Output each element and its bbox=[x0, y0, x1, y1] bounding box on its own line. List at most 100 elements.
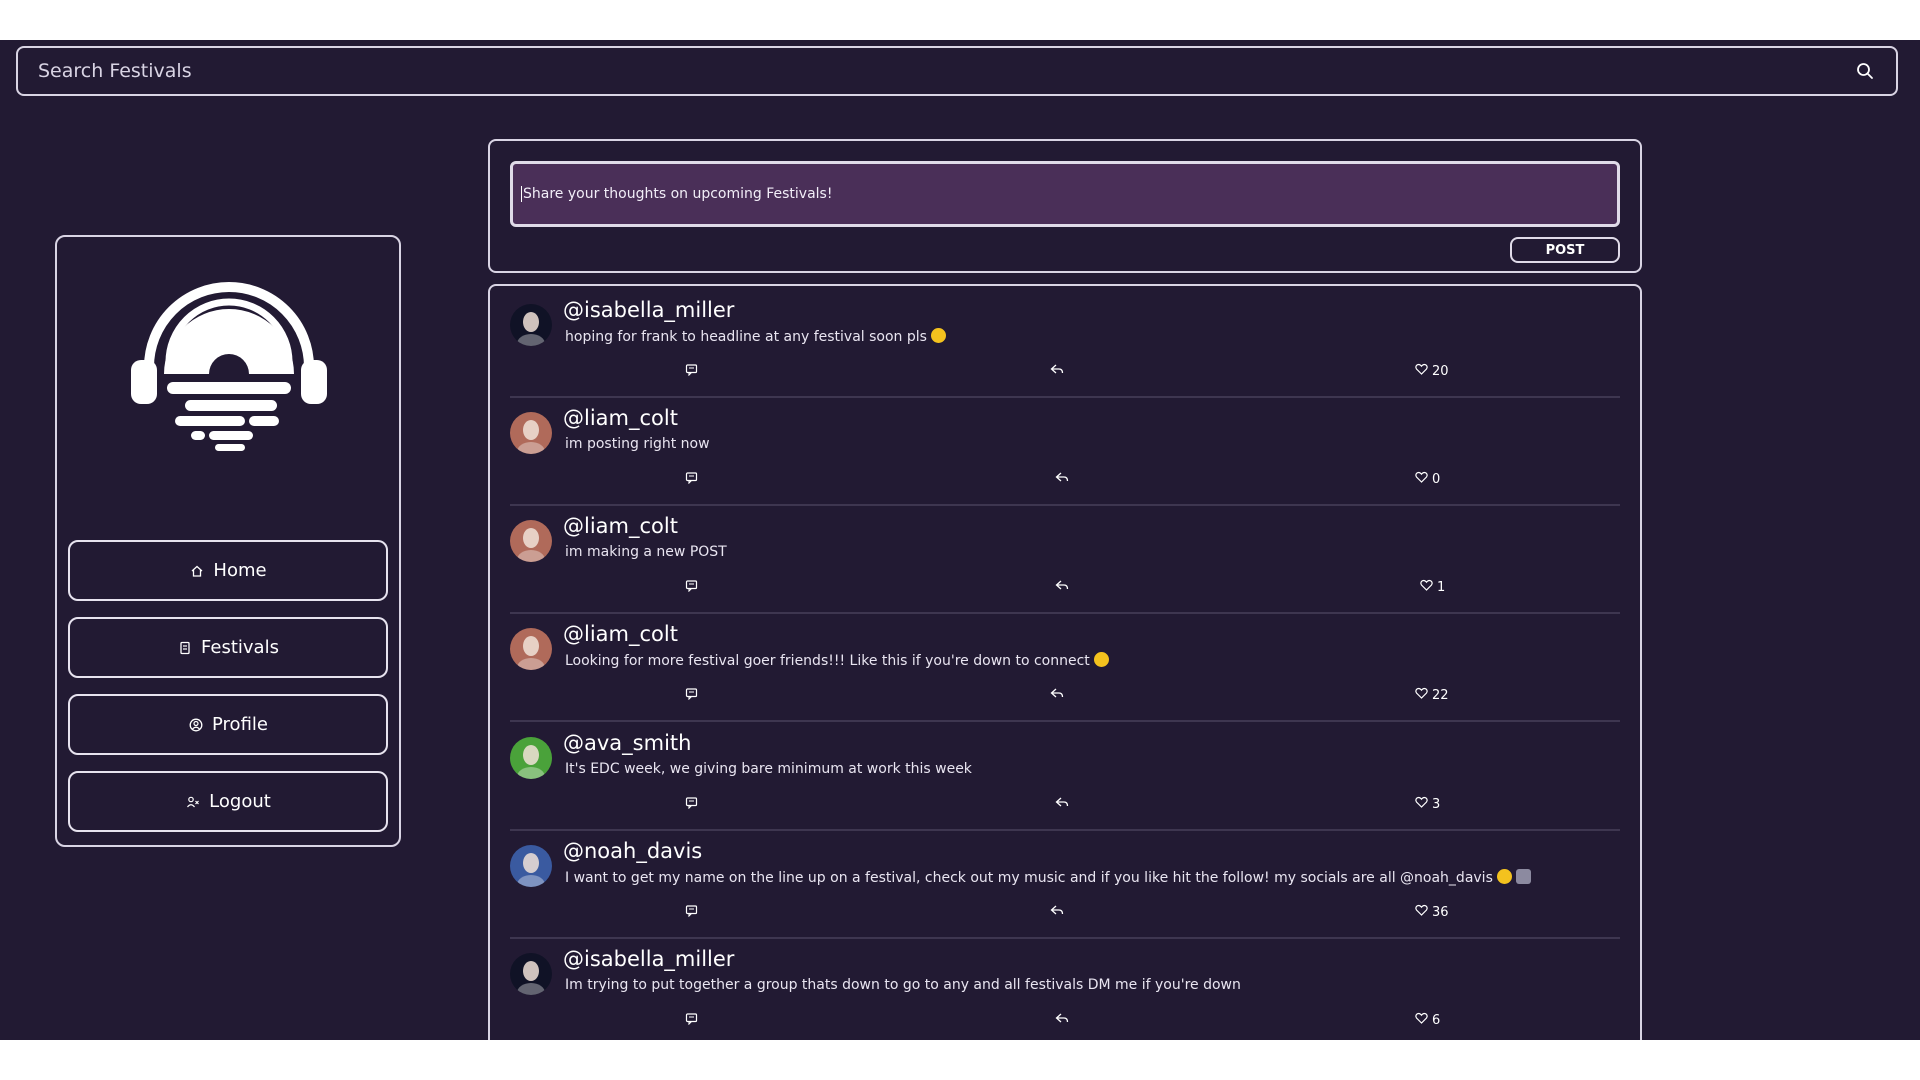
feed-post: @liam_colt Looking for more festival goer… bbox=[510, 614, 1620, 722]
like-button[interactable]: 1 bbox=[1420, 578, 1445, 596]
like-button[interactable]: 20 bbox=[1415, 362, 1449, 380]
like-count: 6 bbox=[1432, 1012, 1441, 1028]
share-button[interactable] bbox=[1050, 362, 1064, 380]
like-count: 1 bbox=[1437, 579, 1446, 595]
post-username[interactable]: @isabella_miller bbox=[563, 947, 734, 971]
post-username[interactable]: @liam_colt bbox=[563, 622, 678, 646]
like-button[interactable]: 0 bbox=[1415, 470, 1440, 488]
post-input[interactable]: Share your thoughts on upcoming Festival… bbox=[510, 161, 1620, 227]
feed-post: @ava_smith It's EDC week, we giving bare … bbox=[510, 723, 1620, 831]
comment-icon bbox=[685, 904, 698, 921]
home-icon bbox=[189, 563, 205, 579]
post-button[interactable]: POST bbox=[1510, 237, 1620, 263]
like-count: 20 bbox=[1432, 363, 1449, 379]
logout-icon bbox=[185, 794, 201, 810]
share-button[interactable] bbox=[1055, 578, 1069, 596]
headphones-sunset-logo bbox=[129, 282, 329, 452]
comment-icon bbox=[685, 687, 698, 704]
comment-button[interactable] bbox=[685, 578, 698, 596]
text-cursor bbox=[521, 186, 522, 202]
like-count: 22 bbox=[1432, 687, 1449, 703]
heart-icon bbox=[1415, 363, 1428, 379]
heart-icon bbox=[1415, 904, 1428, 920]
reply-arrow-icon bbox=[1050, 904, 1064, 921]
comment-button[interactable] bbox=[685, 470, 698, 488]
post-username[interactable]: @isabella_miller bbox=[563, 298, 734, 322]
comment-icon bbox=[685, 579, 698, 596]
comment-icon bbox=[685, 471, 698, 488]
smile-emoji-icon bbox=[1093, 652, 1109, 667]
reply-arrow-icon bbox=[1050, 687, 1064, 704]
comment-button[interactable] bbox=[685, 362, 698, 380]
post-text: I want to get my name on the line up on … bbox=[565, 870, 1493, 886]
nav-festivals-button[interactable]: Festivals bbox=[68, 617, 388, 678]
share-button[interactable] bbox=[1050, 903, 1064, 921]
post-text: im making a new POST bbox=[565, 544, 727, 560]
nav-festivals-label: Festivals bbox=[201, 637, 279, 658]
post-username[interactable]: @liam_colt bbox=[563, 514, 678, 538]
feed-post: @isabella_miller Im trying to put togethe… bbox=[510, 939, 1620, 1040]
post-text: It's EDC week, we giving bare minimum at… bbox=[565, 761, 972, 777]
smile-emoji-icon bbox=[930, 328, 946, 343]
reply-arrow-icon bbox=[1055, 471, 1069, 488]
like-button[interactable]: 3 bbox=[1415, 795, 1440, 813]
like-count: 3 bbox=[1432, 796, 1441, 812]
avatar[interactable] bbox=[510, 737, 552, 779]
like-count: 36 bbox=[1432, 904, 1449, 920]
reply-arrow-icon bbox=[1055, 579, 1069, 596]
reply-arrow-icon bbox=[1050, 363, 1064, 380]
comment-button[interactable] bbox=[685, 903, 698, 921]
profile-icon bbox=[188, 717, 204, 733]
post-text: Im trying to put together a group thats … bbox=[565, 977, 1241, 993]
avatar[interactable] bbox=[510, 628, 552, 670]
heart-icon bbox=[1415, 1012, 1428, 1028]
feed-post: @isabella_millerhoping for frank to head… bbox=[510, 290, 1620, 398]
smile-emoji-icon bbox=[1496, 869, 1512, 884]
comment-button[interactable] bbox=[685, 686, 698, 704]
post-text-wrap: I want to get my name on the line up on … bbox=[565, 869, 1531, 886]
nav-profile-button[interactable]: Profile bbox=[68, 694, 388, 755]
avatar[interactable] bbox=[510, 304, 552, 346]
reply-arrow-icon bbox=[1055, 796, 1069, 813]
post-text: im posting right now bbox=[565, 436, 710, 452]
post-text-wrap: im posting right now bbox=[565, 436, 710, 452]
feed-post: @liam_coltim making a new POST 1 bbox=[510, 506, 1620, 614]
avatar[interactable] bbox=[510, 845, 552, 887]
heart-icon bbox=[1420, 579, 1433, 595]
share-button[interactable] bbox=[1055, 795, 1069, 813]
comment-button[interactable] bbox=[685, 795, 698, 813]
avatar[interactable] bbox=[510, 412, 552, 454]
post-username[interactable]: @noah_davis bbox=[563, 839, 702, 863]
post-composer: Share your thoughts on upcoming Festival… bbox=[488, 139, 1642, 273]
heart-icon bbox=[1415, 796, 1428, 812]
avatar[interactable] bbox=[510, 520, 552, 562]
comment-icon bbox=[685, 1012, 698, 1029]
nav-profile-label: Profile bbox=[212, 714, 268, 735]
comment-icon bbox=[685, 796, 698, 813]
app-container: Search Festivals Home Festivals Profile … bbox=[0, 40, 1920, 1040]
avatar[interactable] bbox=[510, 953, 552, 995]
comment-button[interactable] bbox=[685, 1011, 698, 1029]
post-username[interactable]: @ava_smith bbox=[563, 731, 691, 755]
reply-arrow-icon bbox=[1055, 1012, 1069, 1029]
share-button[interactable] bbox=[1050, 686, 1064, 704]
festival-icon bbox=[177, 640, 193, 656]
like-button[interactable]: 22 bbox=[1415, 686, 1449, 704]
like-count: 0 bbox=[1432, 471, 1441, 487]
share-button[interactable] bbox=[1055, 1011, 1069, 1029]
search-bar[interactable]: Search Festivals bbox=[16, 46, 1898, 96]
nav-home-button[interactable]: Home bbox=[68, 540, 388, 601]
search-input[interactable]: Search Festivals bbox=[38, 60, 1854, 82]
like-button[interactable]: 6 bbox=[1415, 1011, 1440, 1029]
feed-post: @liam_coltim posting right now 0 bbox=[510, 398, 1620, 506]
post-text-wrap: hoping for frank to headline at any fest… bbox=[565, 328, 946, 345]
speaker-emoji-icon bbox=[1515, 869, 1531, 884]
post-feed: @isabella_millerhoping for frank to head… bbox=[488, 284, 1642, 1040]
post-username[interactable]: @liam_colt bbox=[563, 406, 678, 430]
feed-post: @noah_davis I want to get my name on the … bbox=[510, 831, 1620, 939]
like-button[interactable]: 36 bbox=[1415, 903, 1449, 921]
nav-logout-button[interactable]: Logout bbox=[68, 771, 388, 832]
share-button[interactable] bbox=[1055, 470, 1069, 488]
search-icon[interactable] bbox=[1854, 60, 1876, 82]
nav-home-label: Home bbox=[213, 560, 267, 581]
